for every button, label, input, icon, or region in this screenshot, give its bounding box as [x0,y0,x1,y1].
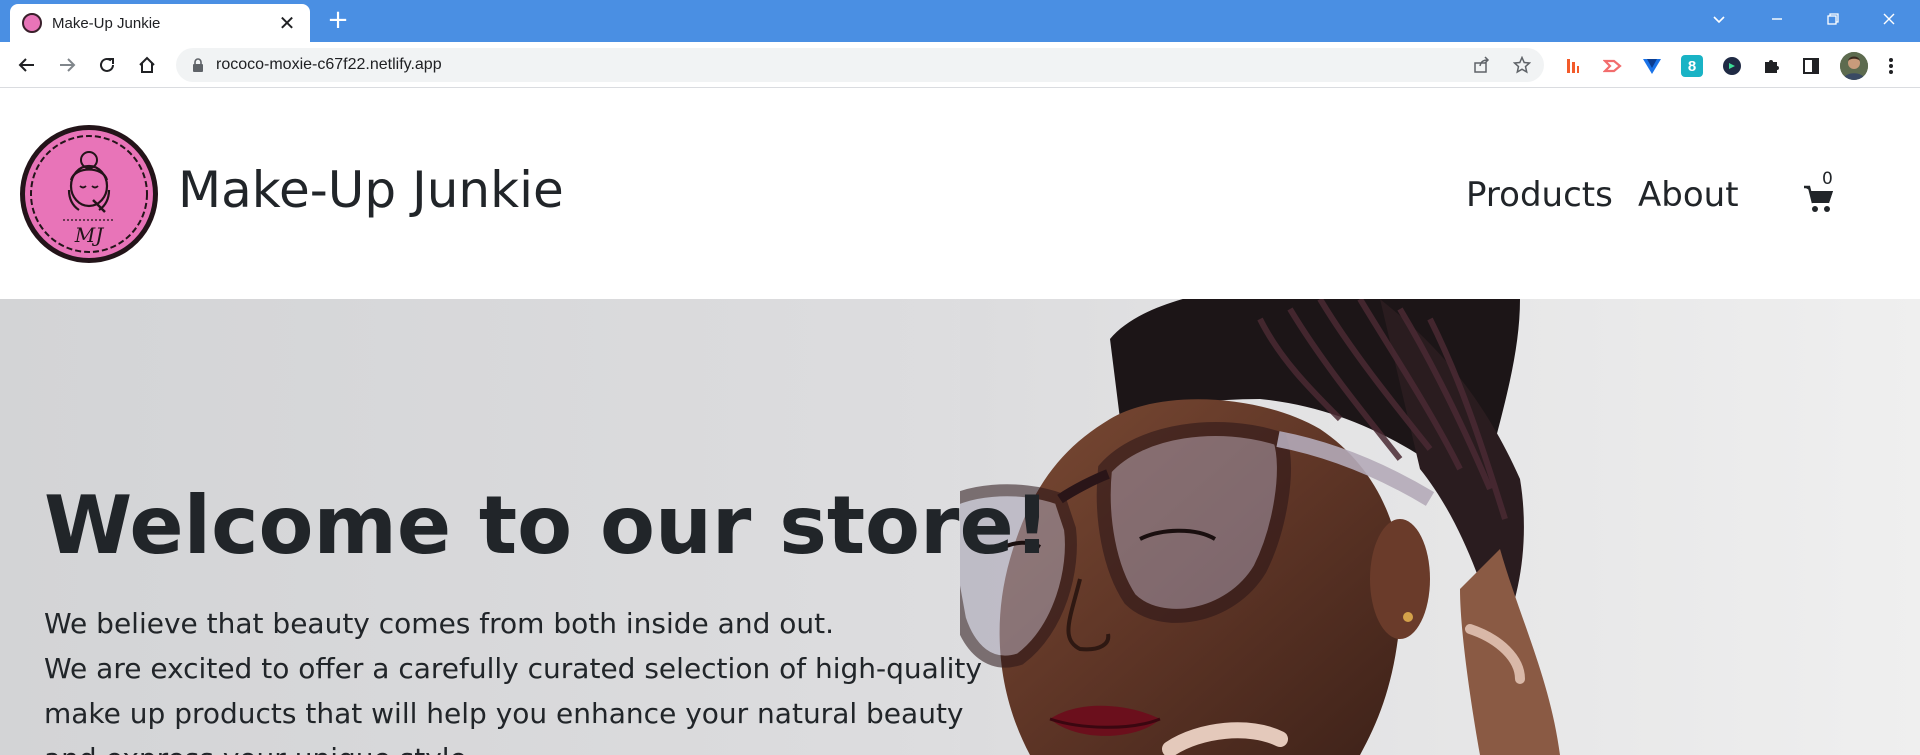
tab-title: Make-Up Junkie [52,14,161,32]
nav-about-link[interactable]: About [1638,175,1739,215]
share-icon[interactable] [1472,55,1492,75]
logo[interactable]: MJ [20,125,158,263]
profile-avatar[interactable] [1840,52,1868,80]
tab-close-icon[interactable]: ✕ [276,11,298,35]
site-navbar: MJ Make-Up Junkie Products About 0 [0,89,1920,299]
eight-extension-icon[interactable]: 8 [1681,55,1703,77]
forward-icon[interactable] [52,50,82,80]
browser-tab-bar: Make-Up Junkie ✕ + [0,0,1920,42]
minimize-icon[interactable] [1754,0,1800,38]
hero-description: We believe that beauty comes from both i… [44,601,1024,755]
browser-tab[interactable]: Make-Up Junkie ✕ [10,4,310,42]
logo-face-icon: MJ [30,135,148,253]
address-bar[interactable]: rococo-moxie-c67f22.netlify.app [176,48,1544,82]
logo-initials: MJ [74,223,104,247]
arrow-extension-icon[interactable] [1602,55,1624,77]
url-text: rococo-moxie-c67f22.netlify.app [216,56,442,73]
sidepanel-icon[interactable] [1800,55,1822,77]
favicon-icon [22,13,42,33]
cart-icon[interactable] [1804,185,1834,215]
cart-count-badge: 0 [1822,169,1833,189]
menu-kebab-icon[interactable] [1880,55,1902,77]
window-close-icon[interactable] [1866,0,1912,38]
circle-extension-icon[interactable] [1721,55,1743,77]
puzzle-extension-icon[interactable] [1761,55,1783,77]
hero-line-1: We believe that beauty comes from both i… [44,607,835,640]
bookmark-star-icon[interactable] [1512,55,1532,75]
hero-model-image [960,299,1920,755]
reload-icon[interactable] [92,50,122,80]
browser-toolbar: rococo-moxie-c67f22.netlify.app 8 [0,42,1920,88]
hero-section: Welcome to our store! We believe that be… [0,299,1920,755]
home-icon[interactable] [132,50,162,80]
hero-title: Welcome to our store! [44,479,1051,572]
nav-products-link[interactable]: Products [1466,175,1613,215]
tab-search-icon[interactable] [1696,0,1742,38]
new-tab-button[interactable]: + [324,6,352,34]
lock-icon [193,58,203,72]
v-extension-icon[interactable] [1641,55,1663,77]
bar-extension-icon[interactable] [1562,55,1584,77]
brand-name[interactable]: Make-Up Junkie [178,161,564,219]
restore-icon[interactable] [1810,0,1856,38]
back-icon[interactable] [12,50,42,80]
hero-line-2: We are excited to offer a carefully cura… [44,652,982,755]
